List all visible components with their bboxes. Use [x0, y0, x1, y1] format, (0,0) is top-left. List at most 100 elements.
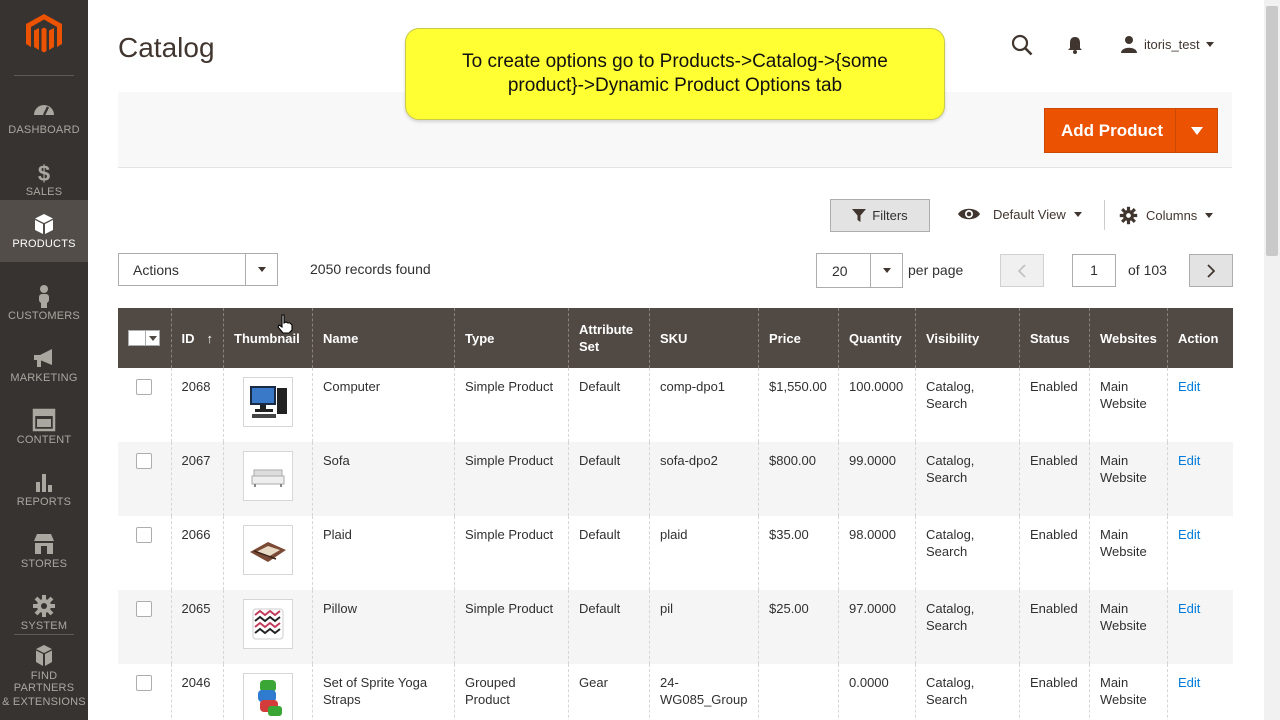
magento-logo[interactable]: [0, 0, 88, 76]
mass-select-dropdown[interactable]: [128, 330, 160, 346]
edit-link[interactable]: Edit: [1178, 379, 1200, 394]
cell-attribute-set-text: Default: [579, 601, 621, 616]
table-row[interactable]: 2067 Sofa Simple Product Default sofa-dpo2 $8…: [118, 442, 1233, 516]
nav-find-partners[interactable]: FIND PARTNERS & EXTENSIONS: [0, 636, 88, 708]
megaphone-icon: [34, 349, 52, 367]
view-switcher[interactable]: Default View: [957, 206, 1082, 222]
cell-action: Edit: [1167, 442, 1233, 516]
nav-dashboard[interactable]: DASHBOARD: [0, 86, 88, 148]
product-thumbnail[interactable]: [243, 525, 293, 575]
svg-text:$: $: [38, 161, 50, 184]
cell-sku: plaid: [649, 516, 759, 590]
add-product-button[interactable]: Add Product: [1044, 108, 1218, 153]
edit-link[interactable]: Edit: [1178, 527, 1200, 542]
column-header-visibility[interactable]: Visibility: [915, 308, 1020, 368]
cell-quantity-text: 100.0000: [849, 379, 904, 394]
row-checkbox[interactable]: [136, 675, 152, 691]
cell-price: $35.00: [758, 516, 839, 590]
cell-sku: 24-WG085_Group: [649, 664, 759, 720]
edit-link[interactable]: Edit: [1178, 675, 1200, 690]
column-header-type[interactable]: Type: [454, 308, 569, 368]
table-row[interactable]: 2065 Pillow Simple Product Default pil $25.00…: [118, 590, 1233, 664]
column-header-thumbnail[interactable]: Thumbnail: [223, 308, 313, 368]
column-label: Type: [465, 330, 495, 346]
previous-page-button[interactable]: [1000, 254, 1044, 287]
cell-type: Simple Product: [454, 368, 569, 442]
cell-name-text: Pillow: [323, 601, 357, 616]
product-thumbnail[interactable]: [243, 599, 293, 649]
user-menu[interactable]: itoris_test: [1120, 34, 1214, 54]
cell-thumbnail: [223, 590, 313, 664]
cell-type-text: Simple Product: [465, 527, 554, 542]
filters-button[interactable]: Filters: [830, 199, 930, 232]
product-thumbnail[interactable]: [243, 673, 293, 720]
cell-type-text: Grouped Product: [465, 675, 516, 707]
column-header-name[interactable]: Name: [312, 308, 455, 368]
cell-action: Edit: [1167, 368, 1233, 442]
chevron-down-icon: [145, 331, 159, 345]
scrollbar-thumb[interactable]: [1266, 6, 1278, 256]
column-header-websites[interactable]: Websites: [1089, 308, 1168, 368]
cell-status: Enabled: [1019, 664, 1090, 720]
nav-customers[interactable]: CUSTOMERS: [0, 272, 88, 334]
add-product-dropdown-toggle[interactable]: [1175, 109, 1217, 152]
nav-content[interactable]: CONTENT: [0, 396, 88, 458]
row-checkbox[interactable]: [136, 379, 152, 395]
nav-reports[interactable]: REPORTS: [0, 458, 88, 520]
box-icon: [35, 214, 53, 234]
column-label: SKU: [660, 330, 688, 346]
nav-products[interactable]: PRODUCTS: [0, 200, 88, 262]
cell-sku: pil: [649, 590, 759, 664]
cell-status: Enabled: [1019, 516, 1090, 590]
cell-sku: comp-dpo1: [649, 368, 759, 442]
view-label: Default View: [993, 206, 1066, 222]
bell-icon[interactable]: [1065, 35, 1085, 55]
column-header-price[interactable]: Price: [758, 308, 839, 368]
magento-logo-icon: [26, 14, 62, 53]
column-header-attribute-set[interactable]: Attribute Set: [568, 308, 650, 368]
edit-link[interactable]: Edit: [1178, 601, 1200, 616]
column-header-quantity[interactable]: Quantity: [838, 308, 916, 368]
edit-link[interactable]: Edit: [1178, 453, 1200, 468]
cell-sku-text: sofa-dpo2: [660, 453, 718, 468]
cell-visibility-text: Catalog, Search: [926, 675, 975, 707]
cell-price-text: $25.00: [769, 601, 809, 616]
table-row[interactable]: 2066 Plaid Simple Product Default plaid $35.0…: [118, 516, 1233, 590]
product-thumbnail[interactable]: [243, 377, 293, 427]
nav-label: DASHBOARD: [8, 124, 80, 136]
mass-actions-select[interactable]: Actions: [118, 253, 278, 286]
nav-marketing[interactable]: MARKETING: [0, 334, 88, 396]
product-thumbnail[interactable]: [243, 451, 293, 501]
cell-status-text: Enabled: [1030, 379, 1078, 394]
products-grid: ID ↑ Thumbnail Name Type Attribute Set SK…: [118, 308, 1233, 720]
row-checkbox[interactable]: [136, 527, 152, 543]
next-page-button[interactable]: [1189, 254, 1233, 287]
table-row[interactable]: 2046 Set of Sprite Yoga Straps Grouped Pro…: [118, 664, 1233, 720]
nav-stores[interactable]: STORES: [0, 520, 88, 582]
cell-sku-text: comp-dpo1: [660, 379, 726, 394]
cell-id: 2067: [170, 442, 224, 516]
cell-type: Grouped Product: [454, 664, 569, 720]
column-header-id[interactable]: ID ↑: [170, 308, 224, 368]
cell-id-text: 2046: [181, 675, 211, 690]
cell-quantity: 97.0000: [838, 590, 916, 664]
cell-id: 2066: [170, 516, 224, 590]
column-label: Visibility: [926, 330, 980, 346]
column-label: Action: [1178, 330, 1219, 346]
search-icon[interactable]: [1011, 34, 1033, 56]
columns-switcher[interactable]: Columns: [1119, 206, 1214, 225]
cell-price-text: $800.00: [769, 453, 816, 468]
per-page-select[interactable]: 20: [816, 253, 903, 288]
column-header-sku[interactable]: SKU: [649, 308, 759, 368]
chevron-down-icon: [870, 254, 902, 287]
row-checkbox[interactable]: [136, 453, 152, 469]
column-header-status[interactable]: Status: [1019, 308, 1090, 368]
cell-attribute-set-text: Default: [579, 379, 621, 394]
current-page-input[interactable]: 1: [1072, 254, 1116, 287]
cell-id: 2068: [170, 368, 224, 442]
mass-select-checkbox[interactable]: [129, 331, 145, 345]
table-row[interactable]: 2068 Computer Simple Product Default comp-dp…: [118, 368, 1233, 442]
records-found: 2050 records found: [310, 261, 431, 277]
nav-label: SYSTEM: [20, 620, 68, 632]
row-checkbox[interactable]: [136, 601, 152, 617]
